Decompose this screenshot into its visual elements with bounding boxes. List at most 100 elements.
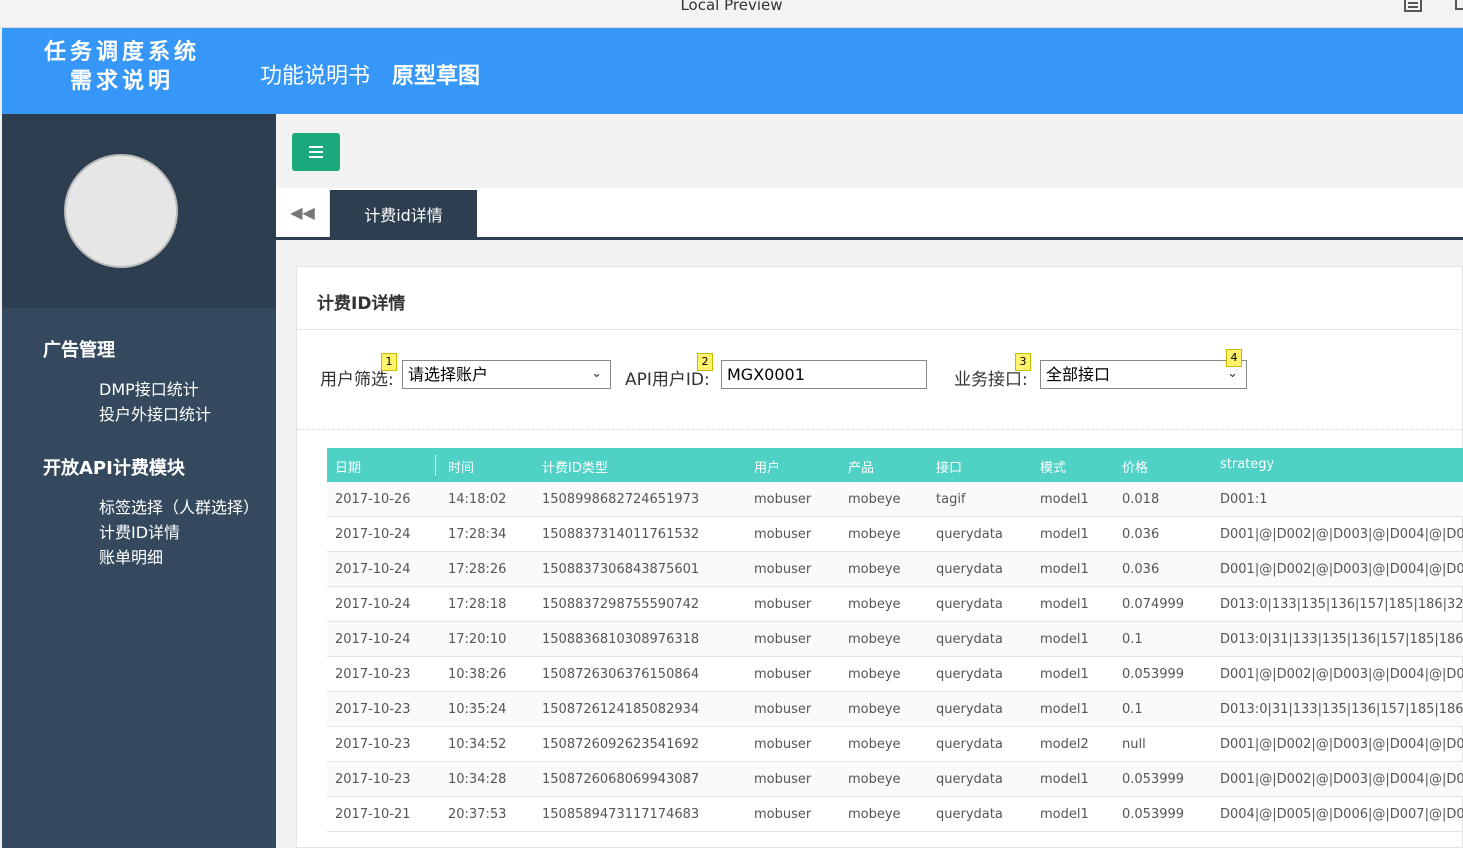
sidebar-group-ads[interactable]: 广告管理 (43, 336, 115, 362)
table-cell: 1508837298755590742 (542, 597, 700, 612)
table-cell: querydata (936, 807, 1003, 822)
table-cell: model1 (1040, 772, 1089, 787)
chevron-down-icon: ⌄ (591, 366, 602, 381)
table-cell: 20:37:53 (448, 807, 507, 822)
table-cell: mobuser (754, 632, 812, 647)
table-cell: 10:34:28 (448, 772, 507, 787)
table-cell: mobeye (848, 632, 901, 647)
table-cell: D001|@|D002|@|D003|@|D004|@|D005|@| (1220, 667, 1463, 682)
table-cell: 0.018 (1122, 492, 1160, 507)
table-row[interactable]: 2017-10-24 17:28:18 1508837298755590742 mob… (327, 587, 1463, 622)
column-header-date[interactable]: 日期 (335, 457, 361, 476)
brand-title[interactable]: 任务调度系统 需求说明 (2, 38, 242, 96)
sidebar-item-dmp-stats[interactable]: DMP接口统计 (99, 376, 199, 400)
panel-title: 计费ID详情 (317, 294, 406, 314)
table-cell: mobuser (754, 562, 812, 577)
table-cell: mobuser (754, 667, 812, 682)
brand-line-2: 需求说明 (69, 68, 174, 94)
nav-prototype[interactable]: 原型草图 (392, 58, 480, 90)
table-cell: mobeye (848, 527, 901, 542)
column-header-strategy[interactable]: strategy (1220, 457, 1463, 472)
business-interface-select[interactable]: 全部接口 ⌄ (1040, 360, 1247, 389)
column-header-interface[interactable]: 接口 (936, 457, 962, 476)
table-cell: querydata (936, 597, 1003, 612)
sidebar-item-outdoor-stats[interactable]: 投户外接口统计 (99, 401, 211, 425)
column-header-mode[interactable]: 模式 (1040, 457, 1066, 476)
sidebar-group-api-billing[interactable]: 开放API计费模块 (43, 454, 185, 480)
table-cell: querydata (936, 737, 1003, 752)
table-cell: 0.1 (1122, 702, 1143, 717)
table-row[interactable]: 2017-10-23 10:35:24 1508726124185082934 mob… (327, 692, 1463, 727)
table-cell: D001|@|D002|@|D003|@|D004|@|D005|@| (1220, 737, 1463, 752)
table-cell: 0.053999 (1122, 807, 1185, 822)
table-cell: 1508726068069943087 (542, 772, 700, 787)
table-cell: 2017-10-23 (335, 702, 411, 717)
table-cell: 1508836810308976318 (542, 632, 700, 647)
sidebar-profile (2, 114, 276, 308)
table-cell: querydata (936, 632, 1003, 647)
table-cell: model1 (1040, 562, 1089, 577)
table-row[interactable]: 2017-10-23 10:34:28 1508726068069943087 mob… (327, 762, 1463, 797)
column-header-billing-id-type[interactable]: 计费ID类型 (542, 457, 608, 476)
table-cell: 1508998682724651973 (542, 492, 700, 507)
sidebar-item-billing-id[interactable]: 计费ID详情 (99, 519, 180, 543)
table-cell: 2017-10-23 (335, 772, 411, 787)
user-filter-select[interactable]: 请选择账户 ⌄ (402, 360, 611, 389)
sidebar-item-tag-select[interactable]: 标签选择（人群选择） (99, 494, 259, 518)
table-cell: model1 (1040, 807, 1089, 822)
hamburger-icon[interactable] (292, 133, 340, 171)
table-cell: querydata (936, 527, 1003, 542)
table-cell: mobeye (848, 492, 901, 507)
table-cell: querydata (936, 772, 1003, 787)
table-row[interactable]: 2017-10-24 17:28:26 1508837306843875601 mob… (327, 552, 1463, 587)
table-cell: 2017-10-24 (335, 632, 411, 647)
column-header-product[interactable]: 产品 (848, 457, 874, 476)
table-cell: 17:28:26 (448, 562, 507, 577)
window-title: Local Preview (680, 0, 783, 14)
billing-table: 日期 时间 计费ID类型 用户 产品 接口 模式 价格 strategy 201… (327, 448, 1463, 832)
panel-icon[interactable] (1455, 0, 1463, 10)
annotation-badge-4: 4 (1226, 349, 1242, 367)
table-cell: 10:38:26 (448, 667, 507, 682)
column-header-user[interactable]: 用户 (754, 457, 780, 476)
table-cell: mobuser (754, 597, 812, 612)
business-interface-value: 全部接口 (1046, 365, 1111, 384)
annotation-badge-3: 3 (1015, 353, 1031, 371)
divider (297, 429, 1463, 430)
table-header: 日期 时间 计费ID类型 用户 产品 接口 模式 价格 strategy (327, 448, 1463, 482)
avatar[interactable] (64, 154, 178, 268)
table-cell: mobuser (754, 807, 812, 822)
table-cell: D013:0|31|133|135|136|157|185|186|321|33… (1220, 632, 1463, 647)
tab-billing-id[interactable]: 计费id详情 (330, 190, 477, 239)
divider (297, 329, 1463, 330)
sidebar-item-bill-detail[interactable]: 账单明细 (99, 544, 163, 568)
table-row[interactable]: 2017-10-21 20:37:53 1508589473117174683 mob… (327, 797, 1463, 832)
table-row[interactable]: 2017-10-23 10:38:26 1508726306376150864 mob… (327, 657, 1463, 692)
table-cell: model1 (1040, 527, 1089, 542)
table-row[interactable]: 2017-10-23 10:34:52 1508726092623541692 mob… (327, 727, 1463, 762)
table-cell: 2017-10-24 (335, 527, 411, 542)
table-cell: 2017-10-23 (335, 737, 411, 752)
table-row[interactable]: 2017-10-26 14:18:02 1508998682724651973 mob… (327, 482, 1463, 517)
column-header-time[interactable]: 时间 (448, 457, 474, 476)
table-cell: 10:35:24 (448, 702, 507, 717)
sidebar: 广告管理 DMP接口统计 投户外接口统计 开放API计费模块 标签选择（人群选择… (2, 114, 276, 848)
table-cell: mobeye (848, 562, 901, 577)
doc-icon[interactable] (1404, 0, 1422, 12)
table-cell: 1508726092623541692 (542, 737, 700, 752)
table-body: 2017-10-26 14:18:02 1508998682724651973 mob… (327, 482, 1463, 832)
table-cell: D001|@|D002|@|D003|@|D004|@|D005|@| (1220, 527, 1463, 542)
table-cell: 2017-10-26 (335, 492, 411, 507)
table-cell: D013:0|133|135|136|157|185|186|321|332 (1220, 597, 1463, 612)
api-user-id-input[interactable]: MGX0001 (721, 360, 927, 389)
tab-bar: ◀◀ 计费id详情 (276, 188, 1463, 240)
table-cell: 0.053999 (1122, 667, 1185, 682)
table-row[interactable]: 2017-10-24 17:20:10 1508836810308976318 mob… (327, 622, 1463, 657)
table-cell: mobuser (754, 737, 812, 752)
table-cell: 1508837306843875601 (542, 562, 700, 577)
column-header-price[interactable]: 价格 (1122, 457, 1148, 476)
table-row[interactable]: 2017-10-24 17:28:34 1508837314011761532 mob… (327, 517, 1463, 552)
double-left-arrow-icon[interactable]: ◀◀ (276, 188, 330, 237)
table-cell: D001:1 (1220, 492, 1268, 507)
nav-spec[interactable]: 功能说明书 (260, 58, 370, 90)
